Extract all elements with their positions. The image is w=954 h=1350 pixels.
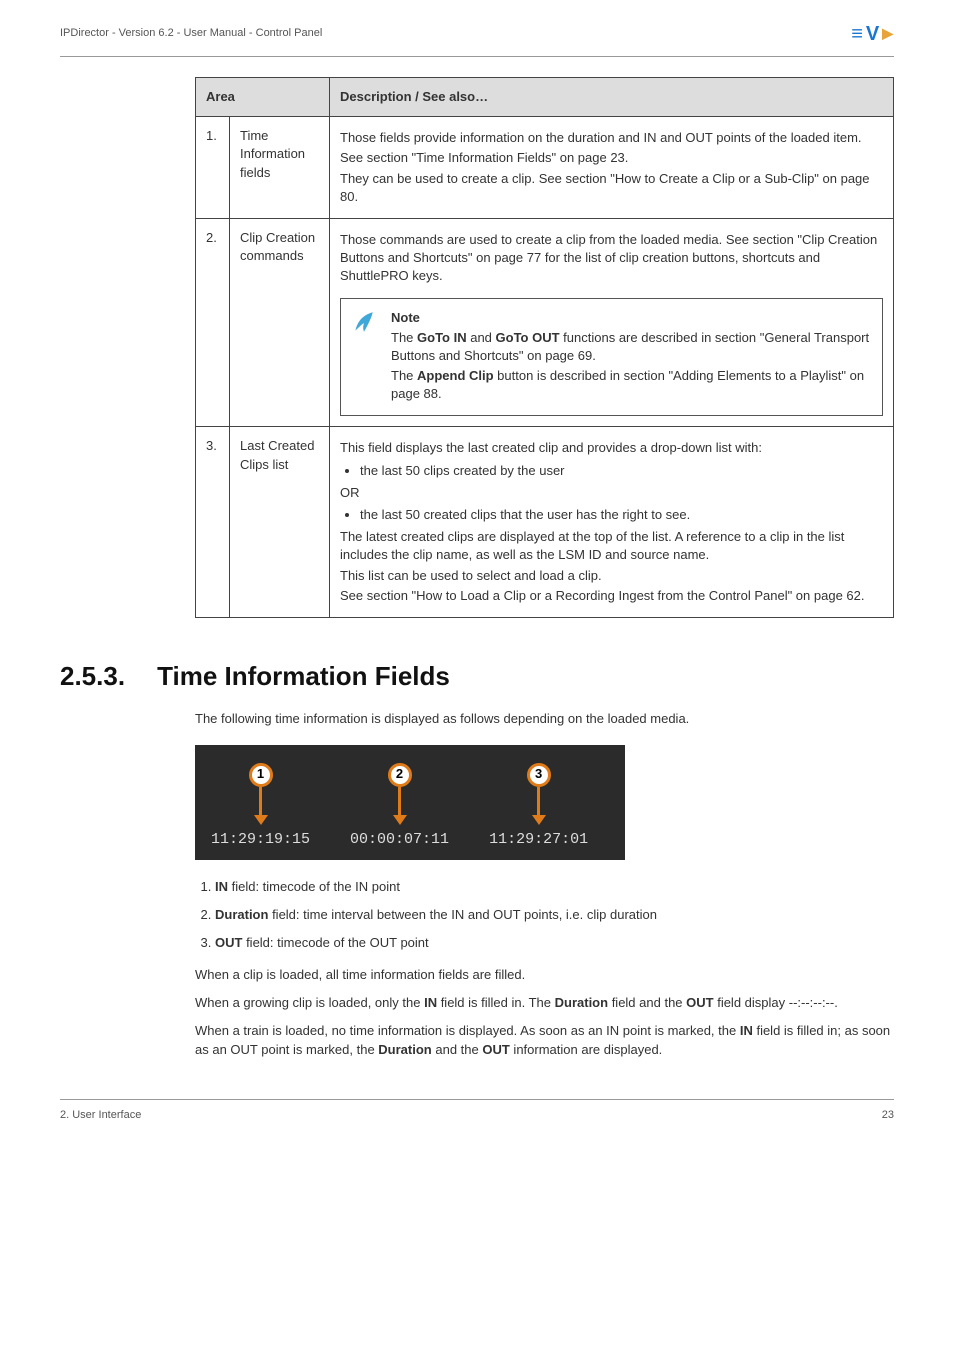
desc-text: This field displays the last created cli…: [340, 439, 883, 457]
desc-text: Those commands are used to create a clip…: [340, 231, 883, 286]
callout-line-icon: [398, 787, 401, 815]
callout-circle: 1: [249, 763, 273, 787]
desc-text: OR: [340, 484, 883, 502]
desc-text: They can be used to create a clip. See s…: [340, 170, 883, 206]
timecode-in: 11:29:19:15: [211, 829, 310, 850]
note-title: Note: [391, 309, 870, 327]
row-desc: This field displays the last created cli…: [330, 427, 894, 618]
note-icon: [351, 309, 377, 340]
table-header-desc: Description / See also…: [330, 78, 894, 117]
section-title: Time Information Fields: [157, 658, 450, 694]
note-text: The Append Clip button is described in s…: [391, 367, 870, 403]
arrow-down-icon: [254, 815, 268, 825]
row-num: 3.: [196, 427, 230, 618]
field-description-list: IN field: timecode of the IN point Durat…: [215, 878, 894, 953]
footer-page-number: 23: [882, 1108, 894, 1123]
page-footer: 2. User Interface 23: [60, 1099, 894, 1123]
row-label: Clip Creation commands: [230, 218, 330, 427]
note-box: Note The GoTo IN and GoTo OUT functions …: [340, 298, 883, 417]
logo-bars-icon: ≡: [851, 20, 864, 48]
section-heading: 2.5.3. Time Information Fields: [60, 658, 894, 694]
desc-text: Those fields provide information on the …: [340, 129, 883, 147]
logo-letter-v: V: [866, 20, 880, 48]
body-paragraph: When a train is loaded, no time informat…: [195, 1022, 894, 1058]
area-description-table: Area Description / See also… 1. Time Inf…: [195, 77, 894, 618]
callout-line-icon: [537, 787, 540, 815]
table-row: 3. Last Created Clips list This field di…: [196, 427, 894, 618]
list-item: the last 50 clips created by the user: [360, 462, 883, 480]
page-header: IPDirector - Version 6.2 - User Manual -…: [60, 0, 894, 57]
list-item: Duration field: time interval between th…: [215, 906, 894, 924]
body-paragraph: When a clip is loaded, all time informat…: [195, 966, 894, 984]
table-row: 2. Clip Creation commands Those commands…: [196, 218, 894, 427]
footer-chapter: 2. User Interface: [60, 1108, 141, 1123]
row-label: Time Information fields: [230, 117, 330, 219]
timecode-out: 11:29:27:01: [489, 829, 588, 850]
row-desc: Those fields provide information on the …: [330, 117, 894, 219]
callout-circle: 3: [527, 763, 551, 787]
evs-logo: ≡V▶: [851, 20, 894, 48]
main-content: Area Description / See also… 1. Time Inf…: [60, 57, 894, 1059]
table-row: 1. Time Information fields Those fields …: [196, 117, 894, 219]
logo-triangle-icon: ▶: [882, 24, 894, 44]
desc-text: See section "How to Load a Clip or a Rec…: [340, 587, 883, 605]
diagram-col-3: 3 11:29:27:01: [489, 763, 588, 850]
note-text: The GoTo IN and GoTo OUT functions are d…: [391, 329, 870, 365]
desc-text: See section "Time Information Fields" on…: [340, 149, 883, 167]
section-intro: The following time information is displa…: [195, 710, 894, 728]
timecode-duration: 00:00:07:11: [350, 829, 449, 850]
row-num: 1.: [196, 117, 230, 219]
section-number: 2.5.3.: [60, 658, 125, 694]
table-header-area: Area: [196, 78, 330, 117]
diagram-col-2: 2 00:00:07:11: [350, 763, 449, 850]
diagram-col-1: 1 11:29:19:15: [211, 763, 310, 850]
desc-text: This list can be used to select and load…: [340, 567, 883, 585]
callout-line-icon: [259, 787, 262, 815]
row-num: 2.: [196, 218, 230, 427]
timecode-diagram: 1 11:29:19:15 2 00:00:07:11 3 11:29:27:0…: [195, 745, 625, 860]
list-item: the last 50 created clips that the user …: [360, 506, 883, 524]
list-item: OUT field: timecode of the OUT point: [215, 934, 894, 952]
callout-circle: 2: [388, 763, 412, 787]
row-label: Last Created Clips list: [230, 427, 330, 618]
body-paragraph: When a growing clip is loaded, only the …: [195, 994, 894, 1012]
arrow-down-icon: [532, 815, 546, 825]
row-desc: Those commands are used to create a clip…: [330, 218, 894, 427]
desc-text: The latest created clips are displayed a…: [340, 528, 883, 564]
doc-title: IPDirector - Version 6.2 - User Manual -…: [60, 26, 322, 41]
list-item: IN field: timecode of the IN point: [215, 878, 894, 896]
arrow-down-icon: [393, 815, 407, 825]
